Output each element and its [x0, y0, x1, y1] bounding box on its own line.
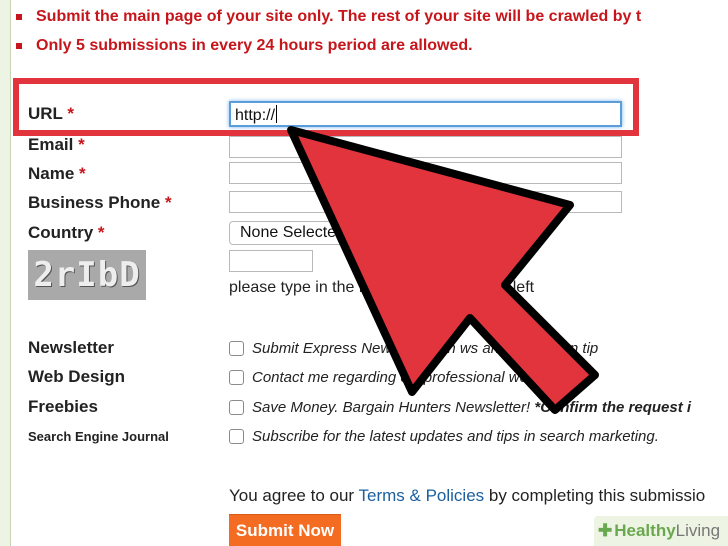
healthy-living-watermark: ✚ HealthyLiving: [594, 516, 728, 546]
captcha-hint: please type in the n in the image on the…: [229, 279, 535, 296]
required-mark: *: [79, 164, 86, 183]
business-phone-label: Business Phone *: [28, 193, 172, 212]
terms-policies-link[interactable]: Terms & Policies: [359, 486, 485, 505]
email-label: Email *: [28, 135, 85, 154]
leaf-icon: ✚: [598, 521, 613, 540]
country-selected-value: None Selecte: [240, 224, 337, 241]
web-design-label: Web Design: [28, 367, 125, 386]
freebies-label: Freebies: [28, 397, 98, 416]
notice-text: Only 5 submissions in every 24 hours per…: [36, 37, 473, 54]
notice-main-page: Submit the main page of your site only. …: [16, 8, 642, 26]
notice-submission-limit: Only 5 submissions in every 24 hours per…: [16, 37, 473, 55]
newsletter-text: Submit Express New r. Search ws and prom…: [252, 340, 599, 357]
email-input[interactable]: [229, 136, 622, 158]
web-design-text: Contact me regarding ew professional web…: [252, 369, 589, 386]
url-highlight-box: [13, 78, 639, 136]
search-engine-journal-checkbox[interactable]: [229, 429, 244, 444]
country-select[interactable]: None Selecte: [229, 221, 349, 245]
freebies-text: Save Money. Bargain Hunters Newsletter! …: [252, 399, 692, 416]
search-engine-journal-text: Subscribe for the latest updates and tip…: [252, 428, 659, 445]
country-label: Country *: [28, 223, 105, 242]
bullet-icon: [16, 43, 22, 49]
submit-now-button[interactable]: Submit Now: [229, 514, 341, 546]
required-mark: *: [78, 135, 85, 154]
name-input[interactable]: [229, 162, 622, 184]
newsletter-label: Newsletter: [28, 338, 114, 357]
captcha-input[interactable]: [229, 250, 313, 272]
newsletter-checkbox[interactable]: [229, 341, 244, 356]
captcha-image: 2rIbD: [28, 250, 146, 300]
name-label: Name *: [28, 164, 86, 183]
agreement-text: You agree to our Terms & Policies by com…: [229, 486, 706, 505]
business-phone-input[interactable]: [229, 191, 622, 213]
required-mark: *: [165, 193, 172, 212]
search-engine-journal-label: Search Engine Journal: [28, 429, 169, 444]
freebies-checkbox[interactable]: [229, 400, 244, 415]
required-mark: *: [97, 223, 105, 242]
notice-text: Submit the main page of your site only. …: [36, 8, 642, 25]
bullet-icon: [16, 14, 22, 20]
web-design-checkbox[interactable]: [229, 370, 244, 385]
select-highlight: [515, 228, 537, 242]
